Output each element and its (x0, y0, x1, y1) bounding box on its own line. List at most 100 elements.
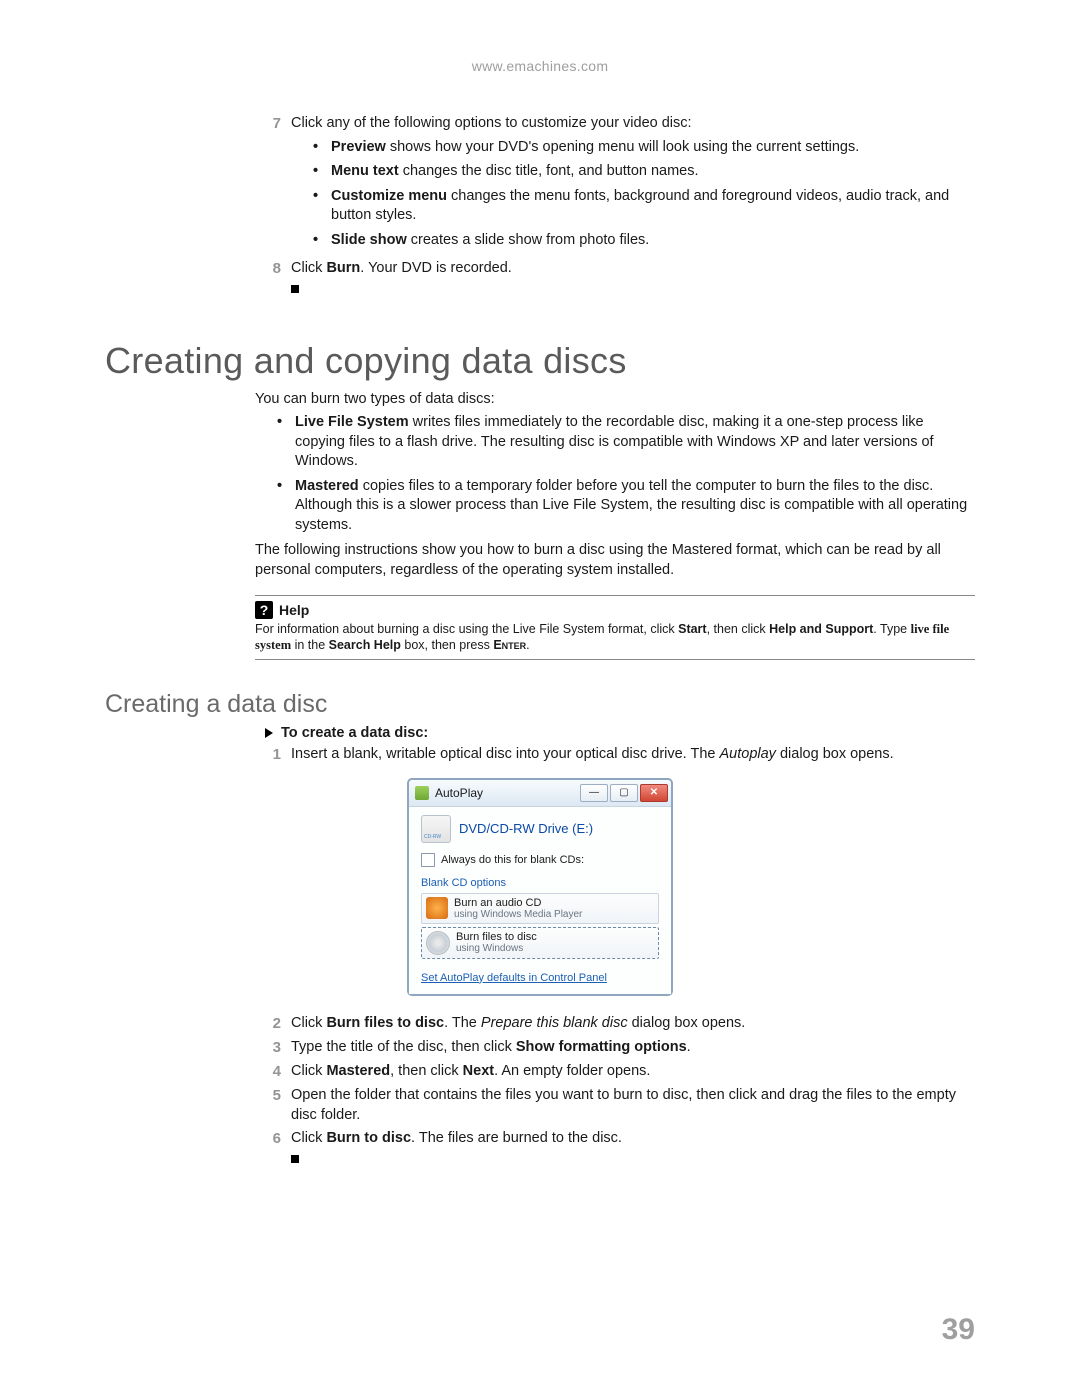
procedure-title: To create a data disc: (265, 725, 975, 741)
t: dialog box opens. (776, 746, 894, 762)
t: Click (291, 1063, 326, 1079)
bold: Burn (326, 260, 360, 276)
t: Autoplay (720, 746, 776, 762)
term: Mastered (295, 478, 359, 494)
t: , then click (390, 1063, 463, 1079)
help-title: Help (279, 601, 309, 619)
t: dialog box opens. (628, 1015, 746, 1031)
step-body: Click any of the following options to cu… (291, 114, 975, 255)
step-7: 7 Click any of the following options to … (255, 114, 975, 255)
autoplay-titlebar: AutoPlay — ▢ ✕ (409, 780, 671, 807)
option-title: Burn an audio CD (454, 897, 582, 909)
top-step-list: 7 Click any of the following options to … (255, 114, 975, 300)
minimize-button[interactable]: — (580, 784, 608, 802)
autoplay-figure: AutoPlay — ▢ ✕ DVD/CD-RW Drive (E:) Alwa… (105, 778, 975, 996)
bullet-dot-icon: • (313, 138, 331, 158)
always-do-this-row: Always do this for blank CDs: (421, 853, 659, 867)
create-disc-steps: 1 Insert a blank, writable optical disc … (255, 745, 975, 765)
close-button[interactable]: ✕ (640, 784, 668, 802)
step-number: 8 (255, 259, 291, 299)
create-disc-steps-cont: 2 Click Burn files to disc. The Prepare … (255, 1014, 975, 1170)
autoplay-app-icon (415, 786, 429, 800)
step-number: 5 (255, 1086, 291, 1125)
help-icon: ? (255, 601, 273, 619)
t: Show formatting options (516, 1039, 687, 1055)
step-1: 1 Insert a blank, writable optical disc … (255, 745, 975, 765)
t: . The (444, 1015, 481, 1031)
step-4: 4 Click Mastered, then click Next. An em… (255, 1062, 975, 1082)
bullet-text: shows how your DVD's opening menu will l… (386, 139, 859, 155)
term: Slide show (331, 232, 407, 248)
always-label: Always do this for blank CDs: (441, 854, 584, 866)
t: Burn to disc (326, 1130, 411, 1146)
autoplay-body: DVD/CD-RW Drive (E:) Always do this for … (409, 807, 671, 994)
t: Start (678, 622, 706, 636)
step-8: 8 Click Burn. Your DVD is recorded. (255, 259, 975, 299)
always-checkbox[interactable] (421, 853, 435, 867)
option-burn-audio-cd[interactable]: Burn an audio CD using Windows Media Pla… (421, 893, 659, 924)
bullet-text: creates a slide show from photo files. (407, 232, 650, 248)
option-burn-files-to-disc[interactable]: Burn files to disc using Windows (421, 927, 659, 959)
t: . Type (873, 622, 910, 636)
sub-bullet: •Slide show creates a slide show from ph… (291, 231, 975, 251)
bullet-dot-icon: • (313, 162, 331, 182)
step-6: 6 Click Burn to disc. The files are burn… (255, 1129, 975, 1169)
t: Prepare this blank disc (481, 1015, 628, 1031)
wmp-icon (426, 897, 448, 919)
step-2: 2 Click Burn files to disc. The Prepare … (255, 1014, 975, 1034)
bullet-dot-icon: • (277, 413, 295, 472)
term: Customize menu (331, 188, 447, 204)
t: Search Help (329, 638, 401, 652)
step-number: 7 (255, 114, 291, 255)
t: in the (291, 638, 329, 652)
page-number: 39 (942, 1313, 975, 1347)
help-title-row: ? Help (255, 601, 975, 619)
option-sub: using Windows (456, 943, 537, 954)
t: . An empty folder opens. (494, 1063, 650, 1079)
minimize-icon: — (589, 788, 599, 798)
step-3: 3 Type the title of the disc, then click… (255, 1038, 975, 1058)
option-title: Burn files to disc (456, 931, 537, 943)
t: Mastered (326, 1063, 390, 1079)
maximize-icon: ▢ (619, 788, 628, 798)
sub-bullet: •Menu text changes the disc title, font,… (291, 162, 975, 182)
maximize-button[interactable]: ▢ (610, 784, 638, 802)
page: www.emachines.com 7 Click any of the fol… (0, 0, 1080, 1397)
term: Menu text (331, 163, 399, 179)
t: . The files are burned to the disc. (411, 1130, 622, 1146)
step-body: Click Burn files to disc. The Prepare th… (291, 1014, 975, 1034)
header-url: www.emachines.com (105, 58, 975, 74)
step-number: 6 (255, 1129, 291, 1169)
step-number: 1 (255, 745, 291, 765)
step-number: 2 (255, 1014, 291, 1034)
term: Preview (331, 139, 386, 155)
t: . (526, 638, 529, 652)
t: For information about burning a disc usi… (255, 622, 678, 636)
help-body: For information about burning a disc usi… (255, 621, 975, 654)
t: , then click (707, 622, 770, 636)
set-autoplay-defaults-link[interactable]: Set AutoPlay defaults in Control Panel (421, 972, 607, 984)
procedure-arrow-icon (265, 728, 273, 738)
drive-row: DVD/CD-RW Drive (E:) (421, 815, 659, 843)
drive-icon (421, 815, 451, 843)
blank-cd-options-label: Blank CD options (421, 877, 659, 889)
step-body: Open the folder that contains the files … (291, 1086, 975, 1125)
t: . (687, 1039, 691, 1055)
t: Insert a blank, writable optical disc in… (291, 746, 720, 762)
bullet-dot-icon: • (313, 187, 331, 226)
end-of-procedure-icon (291, 1155, 299, 1163)
heading-creating-copying: Creating and copying data discs (105, 340, 975, 382)
bullet-text: changes the disc title, font, and button… (399, 163, 699, 179)
sub-bullet: •Customize menu changes the menu fonts, … (291, 187, 975, 226)
step-5: 5 Open the folder that contains the file… (255, 1086, 975, 1125)
bullet-dot-icon: • (277, 477, 295, 536)
intro-bullets: •Live File System writes files immediate… (255, 413, 975, 535)
post: . Your DVD is recorded. (360, 260, 512, 276)
step-number: 4 (255, 1062, 291, 1082)
sub-bullets: •Preview shows how your DVD's opening me… (291, 138, 975, 251)
t: Enter (493, 638, 526, 652)
disc-icon (426, 931, 450, 955)
pre: Click (291, 260, 326, 276)
step-body: Click Burn. Your DVD is recorded. (291, 259, 975, 299)
t: Help and Support (769, 622, 873, 636)
